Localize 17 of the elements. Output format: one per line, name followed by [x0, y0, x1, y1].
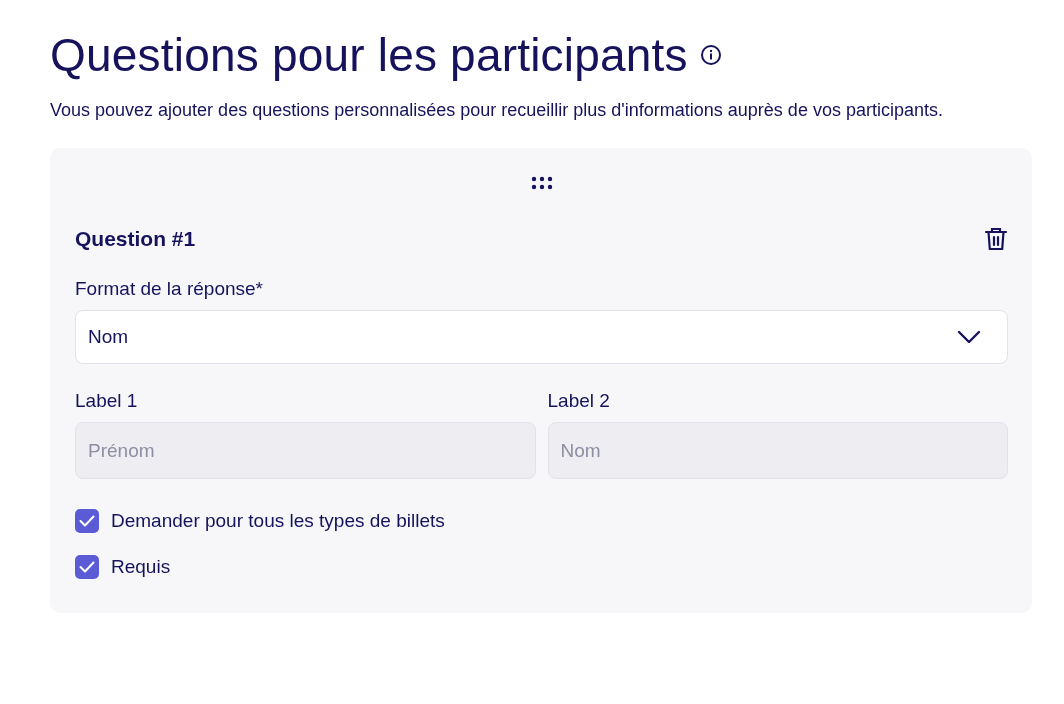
page-title: Questions pour les participants: [50, 28, 688, 82]
check-icon: [79, 561, 95, 573]
checkbox-label: Demander pour tous les types de billets: [111, 510, 445, 532]
field-label: Format de la réponse*: [75, 278, 264, 300]
info-icon[interactable]: [699, 44, 722, 66]
check-icon: [79, 515, 95, 527]
checkbox-label: Requis: [111, 556, 171, 578]
checkbox[interactable]: [75, 509, 99, 533]
trash-icon[interactable]: [984, 226, 1008, 252]
checkbox[interactable]: [75, 555, 99, 579]
question-title: Question #1: [75, 227, 196, 251]
format-dropdown[interactable]: Nom: [75, 310, 1008, 364]
field-label: Label 2: [547, 390, 611, 412]
field-label: Label 1: [75, 390, 139, 412]
chevron-icon: [957, 330, 981, 344]
page-description: Vous pouvez ajouter des questions personnalisées pour recueillir plus d'informations auprès de vos participants.: [50, 99, 944, 122]
drag-handle-icon[interactable]: [530, 176, 553, 190]
